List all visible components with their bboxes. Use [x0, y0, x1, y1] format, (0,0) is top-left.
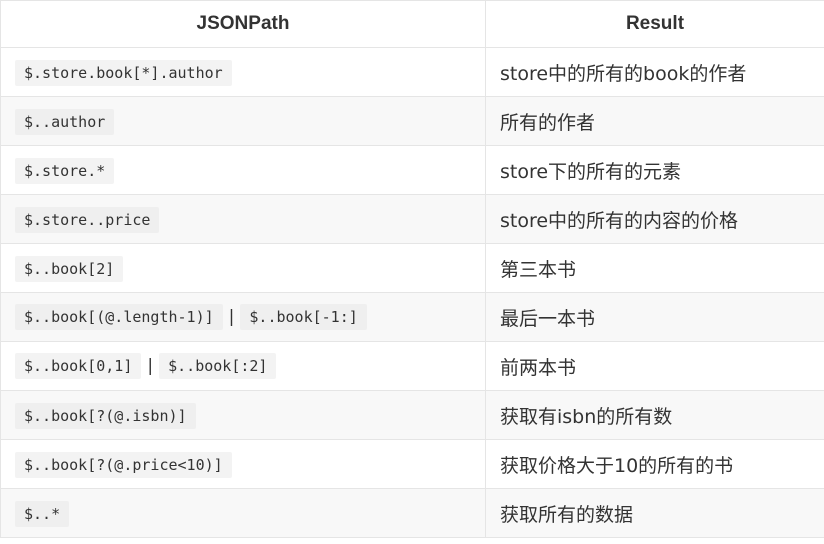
path-code: $..* [15, 500, 70, 527]
table-row: $..book[2] 第三本书 [0, 243, 824, 293]
path-code-alt: $..book[-1:] [240, 304, 367, 330]
result-cell: store中的所有的book的作者 [485, 47, 824, 97]
table-row: $.store.* store下的所有的元素 [0, 145, 824, 195]
path-code: $..book[2] [15, 255, 124, 282]
path-code: $..book[0,1] [15, 353, 142, 379]
separator: | [147, 356, 154, 376]
path-code: $.store..price [15, 206, 160, 233]
path-cell: $.store.* [0, 145, 486, 195]
jsonpath-table: JSONPath Result $.store.book[*].author s… [0, 0, 824, 538]
path-code: $..author [15, 108, 115, 135]
result-cell: 获取有isbn的所有数 [485, 390, 824, 440]
path-code: $..book[(@.length-1)] [15, 304, 223, 330]
path-cell: $..author [0, 96, 486, 146]
path-cell: $..book[0,1] | $..book[:2] [0, 341, 486, 391]
result-cell: 所有的作者 [485, 96, 824, 146]
result-cell: store下的所有的元素 [485, 145, 824, 195]
path-cell: $.store..price [0, 194, 486, 244]
path-code: $.store.book[*].author [15, 59, 232, 86]
table-row: $..book[0,1] | $..book[:2] 前两本书 [0, 341, 824, 391]
header-jsonpath: JSONPath [0, 0, 486, 48]
path-cell: $.store.book[*].author [0, 47, 486, 97]
result-cell: store中的所有的内容的价格 [485, 194, 824, 244]
table-row: $.store..price store中的所有的内容的价格 [0, 194, 824, 244]
table-row: $..* 获取所有的数据 [0, 488, 824, 538]
path-code-alt: $..book[:2] [159, 353, 277, 379]
path-code: $..book[?(@.price<10)] [15, 451, 232, 478]
table-row: $.store.book[*].author store中的所有的book的作者 [0, 47, 824, 97]
path-cell: $..book[(@.length-1)] | $..book[-1:] [0, 292, 486, 342]
path-cell: $..book[?(@.isbn)] [0, 390, 486, 440]
result-cell: 获取价格大于10的所有的书 [485, 439, 824, 489]
table-row: $..book[?(@.isbn)] 获取有isbn的所有数 [0, 390, 824, 440]
path-code: $..book[?(@.isbn)] [15, 402, 196, 429]
table-header-row: JSONPath Result [0, 0, 824, 48]
table-row: $..book[?(@.price<10)] 获取价格大于10的所有的书 [0, 439, 824, 489]
path-cell: $..book[?(@.price<10)] [0, 439, 486, 489]
result-cell: 前两本书 [485, 341, 824, 391]
result-cell: 获取所有的数据 [485, 488, 824, 538]
path-cell: $..book[2] [0, 243, 486, 293]
path-code: $.store.* [15, 157, 115, 184]
path-cell: $..* [0, 488, 486, 538]
table-row: $..author 所有的作者 [0, 96, 824, 146]
header-result: Result [485, 0, 824, 48]
result-cell: 最后一本书 [485, 292, 824, 342]
separator: | [228, 307, 235, 327]
result-cell: 第三本书 [485, 243, 824, 293]
table-row: $..book[(@.length-1)] | $..book[-1:] 最后一本书 [0, 292, 824, 342]
